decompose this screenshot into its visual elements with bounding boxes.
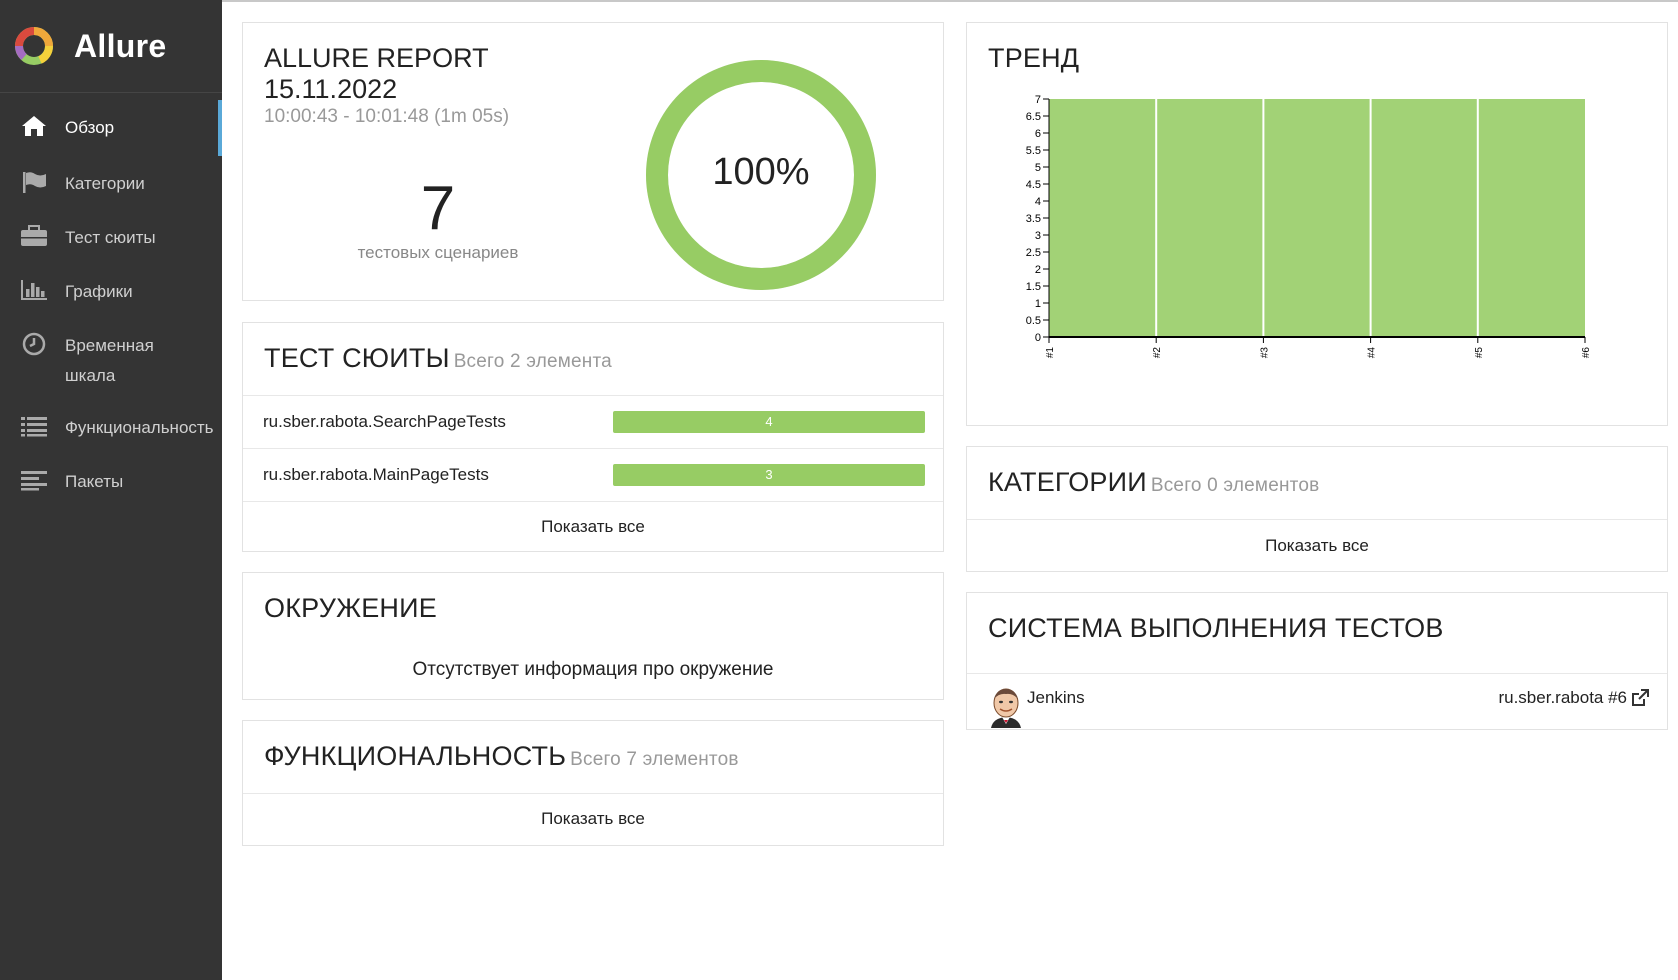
top-border: [0, 0, 1678, 2]
trend-title: ТРЕНД: [988, 43, 1080, 73]
environment-widget: ОКРУЖЕНИЕ Отсутствует информация про окр…: [242, 572, 944, 700]
executor-row[interactable]: Jenkins ru.sber.rabota #6: [967, 673, 1667, 748]
y-tick-label: 6: [1035, 128, 1041, 140]
sidebar-item-suites[interactable]: Тест сюиты: [0, 223, 222, 277]
y-tick-label: 2.5: [1026, 247, 1041, 259]
sidebar-item-graphs[interactable]: Графики: [0, 277, 222, 331]
brand-name: Allure: [74, 27, 167, 64]
sidebar-item-label: Графики: [65, 282, 133, 301]
x-tick-label: #4: [1367, 347, 1378, 359]
summary-widget: ALLURE REPORT 15.11.2022 10:00:43 - 10:0…: [242, 22, 944, 301]
external-link-icon[interactable]: [1631, 689, 1649, 707]
flag-icon: [20, 169, 48, 195]
sidebar-item-label: Категории: [65, 174, 145, 193]
trend-widget: ТРЕНД 0 0.5 1 1.5 2 2.5 3 3.5 4 4.5 5 5.5 6 6.5 7 #1 #2 #…: [966, 22, 1668, 426]
y-tick-label: 6.5: [1026, 111, 1041, 123]
clock-icon: [20, 331, 48, 357]
trend-chart[interactable]: 0 0.5 1 1.5 2 2.5 3 3.5 4 4.5 5 5.5 6 6.5 7 #1 #2 #3 #4 #5 #…: [967, 93, 1667, 423]
suite-name: ru.sber.rabota.SearchPageTests: [263, 412, 506, 431]
briefcase-icon: [20, 223, 48, 249]
features-subtitle: Всего 7 элементов: [570, 749, 739, 770]
sidebar-item-behaviors[interactable]: Функциональность: [0, 413, 222, 467]
suites-show-all-link[interactable]: Показать все: [243, 501, 943, 552]
executor-build-link[interactable]: ru.sber.rabota #6: [1498, 688, 1627, 708]
executors-title: СИСТЕМА ВЫПОЛНЕНИЯ ТЕСТОВ: [988, 613, 1444, 643]
environment-empty-text: Отсутствует информация про окружение: [412, 659, 774, 680]
y-tick-label: 4: [1035, 196, 1041, 208]
features-widget: ФУНКЦИОНАЛЬНОСТЬ Всего 7 элементов Показа…: [242, 720, 944, 846]
suites-widget: ТЕСТ СЮИТЫ Всего 2 элемента ru.sber.rabot…: [242, 322, 944, 552]
sidebar: Allure Обзор Категории Тест сюиты График…: [0, 0, 222, 980]
suites-title: ТЕСТ СЮИТЫ Всего 2 элемента: [264, 343, 612, 373]
executors-widget: СИСТЕМА ВЫПОЛНЕНИЯ ТЕСТОВ Jenkins ru.sbe…: [966, 592, 1668, 730]
trend-area-passed: [1049, 99, 1585, 337]
sidebar-item-packages[interactable]: Пакеты: [0, 467, 222, 521]
sidebar-item-label: Тест сюиты: [65, 228, 156, 247]
features-title: ФУНКЦИОНАЛЬНОСТЬ Всего 7 элементов: [264, 741, 739, 771]
categories-title: КАТЕГОРИИ Всего 0 элементов: [988, 467, 1320, 497]
y-tick-label: 5: [1035, 162, 1041, 174]
test-count: 7: [420, 174, 456, 243]
sidebar-item-timeline[interactable]: Временная шкала: [0, 331, 222, 413]
suites-subtitle: Всего 2 элемента: [453, 351, 612, 372]
categories-show-all-link[interactable]: Показать все: [967, 519, 1667, 572]
allure-logo-icon: [15, 27, 53, 65]
sidebar-item-categories[interactable]: Категории: [0, 169, 222, 223]
sidebar-item-label: Обзор: [65, 118, 115, 137]
x-tick-label: #6: [1581, 347, 1592, 359]
y-tick-label: 1: [1035, 298, 1041, 310]
sidebar-nav: Обзор Категории Тест сюиты Графики Време…: [0, 100, 222, 521]
bar-chart-icon: [20, 277, 48, 303]
sidebar-item-label: Пакеты: [65, 472, 124, 491]
suite-name: ru.sber.rabota.MainPageTests: [263, 465, 489, 484]
categories-widget: КАТЕГОРИИ Всего 0 элементов Показать все: [966, 446, 1668, 572]
align-left-icon: [20, 467, 48, 493]
brand[interactable]: Allure: [0, 0, 222, 93]
sidebar-item-label: Функциональность: [65, 418, 214, 437]
y-tick-label: 0: [1035, 332, 1041, 344]
sidebar-item-overview[interactable]: Обзор: [0, 100, 222, 169]
list-icon: [20, 413, 48, 439]
y-tick-label: 0.5: [1026, 315, 1041, 327]
home-icon: [20, 113, 48, 139]
environment-title: ОКРУЖЕНИЕ: [264, 593, 437, 623]
categories-subtitle: Всего 0 элементов: [1150, 475, 1320, 496]
report-title: ALLURE REPORT: [264, 43, 489, 73]
table-row[interactable]: ru.sber.rabota.SearchPageTests 4: [243, 395, 943, 448]
suite-passed-bar[interactable]: 3: [613, 464, 925, 486]
report-time-range: 10:00:43 - 10:01:48 (1m 05s): [264, 106, 510, 127]
jenkins-avatar-icon: [991, 688, 1021, 728]
x-tick-label: #1: [1045, 347, 1056, 359]
sidebar-item-label: Временная шкала: [65, 336, 154, 385]
report-date: 15.11.2022: [264, 74, 398, 104]
y-tick-label: 1.5: [1026, 281, 1041, 293]
features-show-all-link[interactable]: Показать все: [243, 793, 943, 844]
y-tick-label: 2: [1035, 264, 1041, 276]
suite-passed-bar[interactable]: 4: [613, 411, 925, 433]
test-count-label: тестовых сценариев: [357, 243, 519, 262]
table-row[interactable]: ru.sber.rabota.MainPageTests 3: [243, 448, 943, 501]
x-tick-label: #5: [1474, 347, 1485, 359]
y-tick-label: 5.5: [1026, 145, 1041, 157]
executor-name: Jenkins: [1027, 688, 1085, 707]
pass-percent: 100%: [712, 151, 810, 193]
y-tick-label: 4.5: [1026, 179, 1041, 191]
y-tick-label: 7: [1035, 94, 1041, 106]
y-tick-label: 3.5: [1026, 213, 1041, 225]
x-tick-label: #3: [1259, 347, 1270, 359]
y-tick-label: 3: [1035, 230, 1041, 242]
x-tick-label: #2: [1152, 347, 1163, 359]
